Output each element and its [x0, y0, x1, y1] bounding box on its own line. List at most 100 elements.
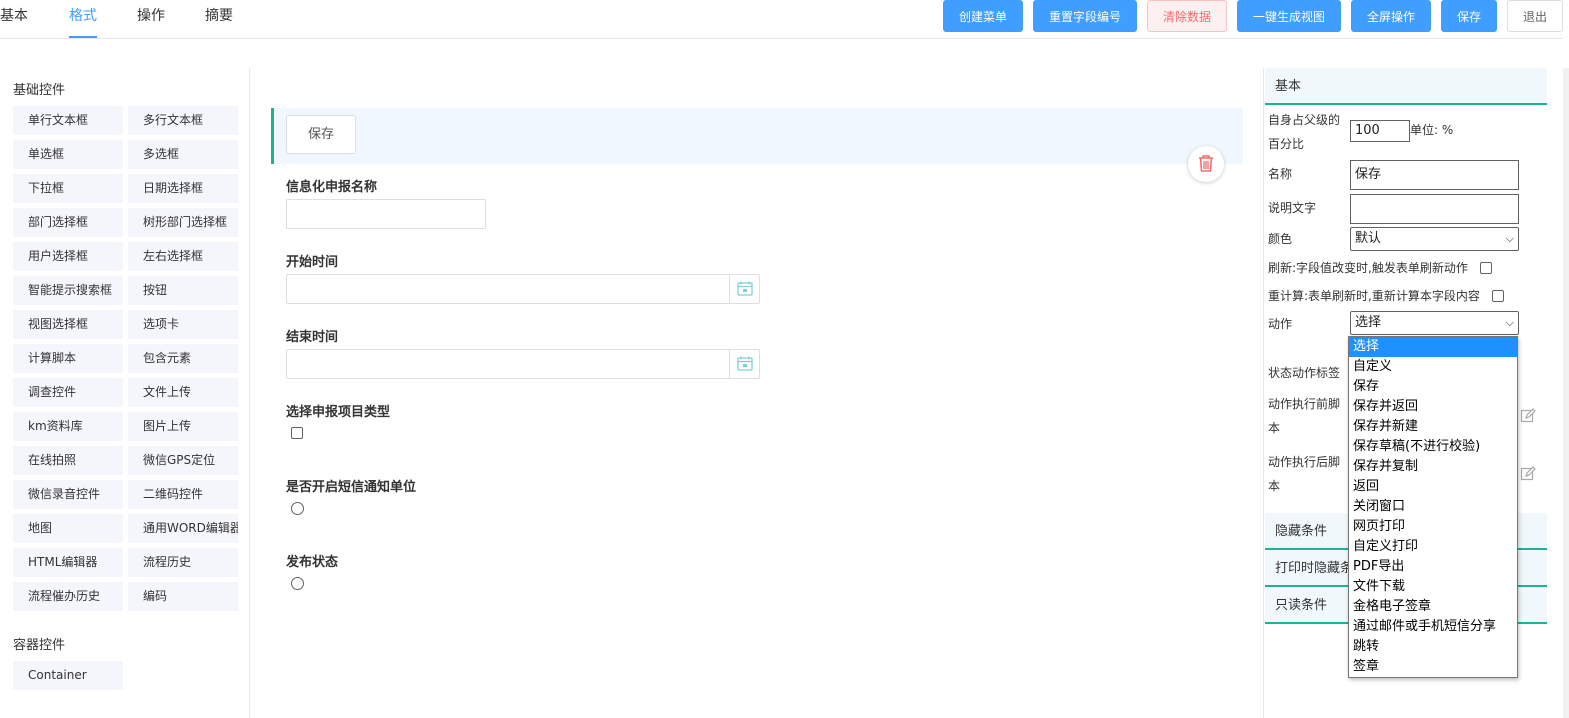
selected-field-row[interactable] [271, 108, 1243, 164]
action-option[interactable]: 选择 [1349, 337, 1517, 357]
component-item[interactable]: 多选框 [128, 140, 238, 169]
action-option[interactable]: PDF导出 [1349, 557, 1517, 577]
component-item[interactable]: 调查控件 [13, 378, 123, 407]
component-item[interactable]: 图片上传 [128, 412, 238, 441]
component-item[interactable]: 单行文本框 [13, 106, 123, 135]
action-option[interactable]: 通过邮件或手机短信分享 [1349, 617, 1517, 637]
component-item[interactable]: 选项卡 [128, 310, 238, 339]
component-item[interactable]: 编码 [128, 582, 238, 611]
refresh-label: 刷新:字段值改变时,触发表单刷新动作 [1268, 261, 1468, 275]
page-scrollbar[interactable] [1563, 68, 1569, 718]
action-option[interactable]: 保存草稿(不进行校验) [1349, 437, 1517, 457]
exit-button[interactable]: 退出 [1507, 0, 1563, 32]
component-item[interactable]: 树形部门选择框 [128, 208, 238, 237]
edit-icon[interactable] [1520, 466, 1536, 482]
fullscreen-button[interactable]: 全屏操作 [1351, 0, 1431, 32]
unit-label: 单位: % [1410, 123, 1454, 137]
tab-format[interactable]: 格式 [69, 6, 97, 38]
container-controls-title: 容器控件 [13, 638, 66, 653]
project-type-checkbox[interactable] [291, 427, 303, 439]
component-item[interactable]: 智能提示搜索框 [13, 276, 123, 305]
desc-label: 说明文字 [1268, 201, 1317, 215]
field-label-publish-state: 发布状态 [286, 555, 339, 570]
component-item[interactable]: 微信GPS定位 [128, 446, 238, 475]
pre-script-label: 动作执行前脚本 [1268, 397, 1341, 435]
component-item[interactable]: 单选框 [13, 140, 123, 169]
action-option[interactable]: 保存 [1349, 377, 1517, 397]
action-option[interactable]: 自定义打印 [1349, 537, 1517, 557]
tab-summary[interactable]: 摘要 [205, 6, 233, 38]
component-item[interactable]: 微信录音控件 [13, 480, 123, 509]
field-label-project-type: 选择申报项目类型 [286, 405, 391, 420]
component-item[interactable]: 部门选择框 [13, 208, 123, 237]
component-item[interactable]: 包含元素 [128, 344, 238, 373]
publish-state-radio[interactable] [291, 577, 304, 590]
component-item[interactable]: km资料库 [13, 412, 123, 441]
chevron-down-icon: ⌵ [1505, 232, 1514, 245]
clear-data-button[interactable]: 清除数据 [1147, 0, 1227, 32]
tab-operation[interactable]: 操作 [137, 6, 165, 38]
color-select[interactable]: 默认 ⌵ [1350, 227, 1519, 251]
action-option[interactable]: 网页打印 [1349, 517, 1517, 537]
component-item[interactable]: 通用WORD编辑器 [128, 514, 238, 543]
component-item[interactable]: 视图选择框 [13, 310, 123, 339]
save-button[interactable]: 保存 [1441, 0, 1497, 32]
percent-input[interactable]: 100 [1350, 120, 1410, 142]
component-item[interactable]: 流程历史 [128, 548, 238, 577]
action-option[interactable]: 跳转 [1349, 637, 1517, 657]
chevron-down-icon: ⌵ [1505, 316, 1514, 329]
field-label-start-time: 开始时间 [286, 255, 339, 270]
component-item[interactable]: 地图 [13, 514, 123, 543]
component-palette: 基础控件 单行文本框 多行文本框 单选框 多选框 下拉框 日期选择框 部门选择框 树形部门选择… [0, 68, 250, 718]
top-tabs: 基本 格式 操作 摘要 [0, 0, 240, 38]
action-option[interactable]: 金格电子签章 [1349, 597, 1517, 617]
action-label: 动作 [1268, 317, 1293, 331]
component-item[interactable]: 文件上传 [128, 378, 238, 407]
component-item[interactable]: HTML编辑器 [13, 548, 123, 577]
color-label: 颜色 [1268, 232, 1293, 246]
action-select[interactable]: 选择 ⌵ [1350, 311, 1519, 335]
action-option[interactable]: 自定义 [1349, 357, 1517, 377]
name-field[interactable]: 保存 [1350, 160, 1519, 190]
component-item[interactable]: 在线拍照 [13, 446, 123, 475]
component-container[interactable]: Container [13, 661, 123, 690]
action-dropdown-list: 选择 自定义 保存 保存并返回 保存并新建 保存草稿(不进行校验) 保存并复制 返回 关闭窗口网… [1348, 336, 1518, 678]
calendar-icon[interactable] [729, 275, 759, 303]
create-menu-button[interactable]: 创建菜单 [943, 0, 1023, 32]
component-item[interactable]: 多行文本框 [128, 106, 238, 135]
start-time-input[interactable] [286, 274, 760, 304]
action-option[interactable]: 保存并新建 [1349, 417, 1517, 437]
tab-basic[interactable]: 基本 [0, 6, 28, 38]
component-item[interactable]: 左右选择框 [128, 242, 238, 271]
component-item[interactable]: 用户选择框 [13, 242, 123, 271]
trash-icon [1199, 155, 1213, 172]
action-option[interactable]: 保存并复制 [1349, 457, 1517, 477]
generate-view-button[interactable]: 一键生成视图 [1237, 0, 1341, 32]
action-option[interactable]: 签章 [1349, 657, 1517, 677]
component-item[interactable]: 计算脚本 [13, 344, 123, 373]
refresh-checkbox[interactable] [1480, 262, 1492, 274]
end-time-input[interactable] [286, 349, 760, 379]
name-input[interactable] [286, 199, 486, 229]
action-option[interactable]: 保存并返回 [1349, 397, 1517, 417]
preview-save-button[interactable]: 保存 [286, 115, 356, 154]
header-divider [0, 38, 1563, 39]
reset-field-number-button[interactable]: 重置字段编号 [1033, 0, 1137, 32]
color-select-value: 默认 [1355, 231, 1382, 246]
desc-field[interactable] [1350, 194, 1519, 224]
edit-icon[interactable] [1520, 408, 1536, 424]
component-item[interactable]: 日期选择框 [128, 174, 238, 203]
calendar-icon[interactable] [729, 350, 759, 378]
component-item[interactable]: 下拉框 [13, 174, 123, 203]
component-item[interactable]: 按钮 [128, 276, 238, 305]
sms-notify-radio[interactable] [291, 502, 304, 515]
field-label-name: 信息化申报名称 [286, 180, 378, 195]
recalc-checkbox[interactable] [1492, 290, 1504, 302]
action-option[interactable]: 文件下载 [1349, 577, 1517, 597]
component-item[interactable]: 二维码控件 [128, 480, 238, 509]
delete-field-button[interactable] [1188, 146, 1224, 182]
action-option[interactable]: 返回 [1349, 477, 1517, 497]
action-option[interactable]: 关闭窗口 [1349, 497, 1517, 517]
component-item[interactable]: 流程催办历史 [13, 582, 123, 611]
basic-section-header[interactable]: 基本 [1265, 68, 1547, 105]
